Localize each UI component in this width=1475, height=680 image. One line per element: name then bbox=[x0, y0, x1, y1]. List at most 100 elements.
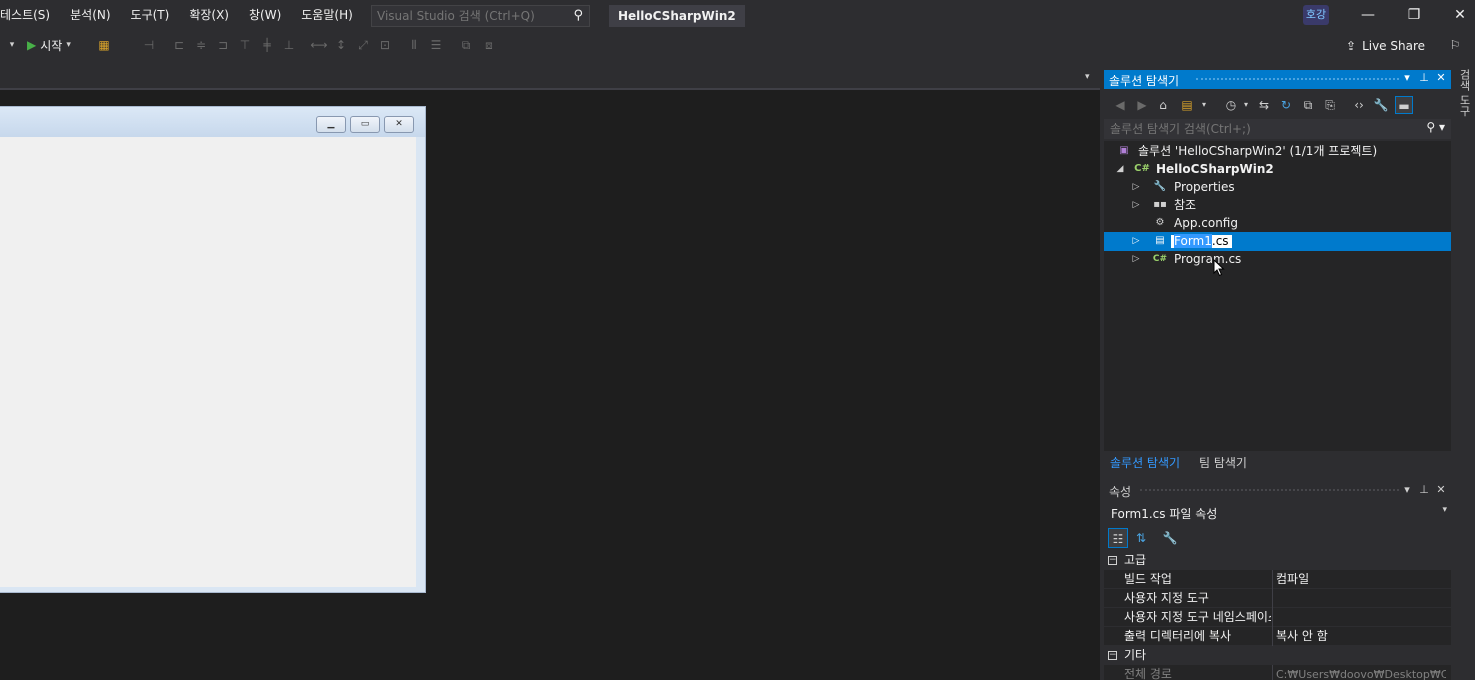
pin-icon[interactable]: ⊥ bbox=[1417, 483, 1431, 496]
property-value[interactable]: 복사 안 함 bbox=[1276, 627, 1446, 646]
property-row[interactable]: 전체 경로 C:₩Users₩doovo₩Desktop₩C# bbox=[1104, 665, 1451, 680]
property-value[interactable]: C:₩Users₩doovo₩Desktop₩C# bbox=[1276, 665, 1446, 680]
form-designer-window[interactable]: ▁ ▭ ✕ bbox=[0, 106, 426, 593]
solution-search-input[interactable] bbox=[1104, 119, 1414, 139]
tree-node-solution[interactable]: ▣ 솔루션 'HelloCSharpWin2' (1/1개 프로젝트) bbox=[1104, 142, 1451, 161]
column-divider bbox=[1272, 665, 1273, 680]
start-debug-button[interactable]: ▶ 시작 ▾ bbox=[27, 35, 71, 55]
tree-node-project[interactable]: ◢ C# HelloCSharpWin2 bbox=[1104, 160, 1451, 179]
same-width-icon[interactable]: ⟷ bbox=[310, 36, 328, 54]
solution-explorer-search[interactable]: ⚲ ▾ bbox=[1104, 119, 1451, 139]
menu-test[interactable]: 테스트(S) bbox=[0, 0, 60, 31]
size-to-grid-icon[interactable]: ⊡ bbox=[376, 36, 394, 54]
alphabetical-icon[interactable]: ⇅ bbox=[1131, 528, 1151, 548]
close-window-icon[interactable]: ✕ bbox=[1437, 0, 1475, 31]
collapsed-arrow-icon[interactable]: ▷ bbox=[1130, 178, 1142, 197]
properties-object-selector[interactable]: Form1.cs 파일 속성 ▾ bbox=[1104, 502, 1451, 523]
restore-window-icon[interactable]: ❐ bbox=[1391, 0, 1437, 31]
column-divider bbox=[1272, 589, 1273, 608]
category-advanced[interactable]: − 고급 bbox=[1104, 551, 1451, 570]
pin-icon[interactable]: ⊥ bbox=[1417, 71, 1431, 84]
categorized-icon[interactable]: ☷ bbox=[1108, 528, 1128, 548]
send-to-back-icon[interactable]: ⧈ bbox=[480, 36, 498, 54]
view-code-icon[interactable]: ‹› bbox=[1350, 96, 1368, 114]
vs-search-box[interactable]: ⚲ bbox=[371, 5, 590, 27]
tree-node-references[interactable]: ▷ ▪▪ 참조 bbox=[1104, 196, 1451, 215]
tree-node-program[interactable]: ▷ C# Program.cs bbox=[1104, 250, 1451, 269]
properties-header[interactable]: 속성 ▾ ⊥ ✕ bbox=[1104, 480, 1451, 500]
tree-node-form1[interactable]: ▷ ▤ Form1.cs bbox=[1104, 232, 1451, 251]
menu-analyze[interactable]: 분석(N) bbox=[60, 0, 120, 31]
back-icon[interactable]: ◀ bbox=[1111, 96, 1129, 114]
tab-list-dropdown-icon[interactable]: ▾ bbox=[1085, 72, 1090, 82]
user-avatar[interactable]: 호강 bbox=[1303, 5, 1329, 25]
align-top-icon[interactable]: ⊤ bbox=[236, 36, 254, 54]
config-dropdown-icon[interactable]: ▾ bbox=[3, 36, 21, 54]
bring-to-front-icon[interactable]: ⧉ bbox=[457, 36, 475, 54]
solution-explorer-header[interactable]: 솔루션 탐색기 ▾ ⊥ ✕ bbox=[1104, 70, 1451, 89]
property-pages-icon[interactable]: 🔧 bbox=[1160, 528, 1180, 548]
home-icon[interactable]: ⌂ bbox=[1154, 96, 1172, 114]
switch-views-icon[interactable]: ▤ bbox=[1178, 96, 1196, 114]
horizontal-spacing-icon[interactable]: ⫴ bbox=[405, 36, 423, 54]
same-height-icon[interactable]: ↕ bbox=[332, 36, 350, 54]
collapsed-arrow-icon[interactable]: ▷ bbox=[1130, 196, 1142, 215]
align-left-icon[interactable]: ⊏ bbox=[170, 36, 188, 54]
sync-icon[interactable]: ⇆ bbox=[1255, 96, 1273, 114]
switch-views-dropdown-icon[interactable]: ▾ bbox=[1195, 96, 1213, 114]
tab-team-explorer[interactable]: 팀 탐색기 bbox=[1199, 454, 1247, 471]
tree-node-label: Program.cs bbox=[1174, 252, 1242, 266]
align-right-icon[interactable]: ⊐ bbox=[214, 36, 232, 54]
align-bottom-icon[interactable]: ⊥ bbox=[280, 36, 298, 54]
search-icon[interactable]: ⚲ bbox=[573, 8, 583, 23]
refresh-icon[interactable]: ↻ bbox=[1277, 96, 1295, 114]
expanded-arrow-icon[interactable]: ◢ bbox=[1114, 160, 1126, 179]
filter-dropdown-icon[interactable]: ▾ bbox=[1237, 96, 1255, 114]
preview-selected-icon[interactable]: ▬ bbox=[1395, 96, 1413, 114]
feedback-icon[interactable]: ⚐ bbox=[1446, 36, 1464, 54]
minimize-window-icon[interactable]: — bbox=[1345, 0, 1391, 31]
same-size-icon[interactable]: ⤢ bbox=[354, 36, 372, 54]
live-share-button[interactable]: ⇪ Live Share bbox=[1346, 36, 1425, 56]
tab-solution-explorer[interactable]: 솔루션 탐색기 bbox=[1110, 454, 1180, 471]
forward-icon[interactable]: ▶ bbox=[1133, 96, 1151, 114]
vertical-spacing-icon[interactable]: ☰ bbox=[427, 36, 445, 54]
property-value[interactable]: 컴파일 bbox=[1276, 570, 1446, 589]
form-maximize-icon: ▭ bbox=[350, 116, 380, 133]
window-position-dropdown-icon[interactable]: ▾ bbox=[1400, 483, 1414, 496]
align-center-icon[interactable]: ≑ bbox=[192, 36, 210, 54]
property-row[interactable]: 빌드 작업 컴파일 bbox=[1104, 570, 1451, 589]
tree-node-properties[interactable]: ▷ 🔧 Properties bbox=[1104, 178, 1451, 197]
property-row[interactable]: 사용자 지정 도구 bbox=[1104, 589, 1451, 608]
search-options-icon[interactable]: ⚲ ▾ bbox=[1426, 120, 1445, 134]
collapsed-arrow-icon[interactable]: ▷ bbox=[1130, 232, 1142, 251]
side-strip-label[interactable]: 검색 도구 bbox=[1456, 69, 1472, 117]
align-grid-icon[interactable]: ⊣ bbox=[140, 36, 158, 54]
collapse-icon[interactable]: − bbox=[1108, 556, 1117, 565]
form-client-area[interactable] bbox=[0, 137, 416, 587]
show-all-files-icon[interactable]: ⎘ bbox=[1321, 96, 1339, 114]
tab-order-icon[interactable]: ▦ bbox=[95, 36, 113, 54]
tree-node-label: HelloCSharpWin2 bbox=[1156, 162, 1274, 176]
window-position-dropdown-icon[interactable]: ▾ bbox=[1400, 71, 1414, 84]
property-row[interactable]: 사용자 지정 도구 네임스페이스 bbox=[1104, 608, 1451, 627]
align-middle-icon[interactable]: ╪ bbox=[258, 36, 276, 54]
menu-window[interactable]: 창(W) bbox=[239, 0, 291, 31]
vs-search-input[interactable] bbox=[372, 9, 562, 23]
close-icon[interactable]: ✕ bbox=[1434, 483, 1448, 496]
close-icon[interactable]: ✕ bbox=[1434, 71, 1448, 84]
rename-input[interactable]: Form1.cs bbox=[1170, 234, 1233, 249]
collapse-all-icon[interactable]: ⧉ bbox=[1299, 96, 1317, 114]
chevron-down-icon[interactable]: ▾ bbox=[1442, 505, 1447, 515]
properties-wrench-icon[interactable]: 🔧 bbox=[1372, 96, 1390, 114]
collapse-icon[interactable]: − bbox=[1108, 651, 1117, 660]
menu-help[interactable]: 도움말(H) bbox=[291, 0, 363, 31]
menu-tools[interactable]: 도구(T) bbox=[121, 0, 180, 31]
property-row[interactable]: 출력 디렉터리에 복사 복사 안 함 bbox=[1104, 627, 1451, 646]
category-misc[interactable]: − 기타 bbox=[1104, 646, 1451, 665]
chevron-down-icon[interactable]: ▾ bbox=[66, 40, 71, 50]
collapsed-arrow-icon[interactable]: ▷ bbox=[1130, 250, 1142, 269]
form-title-bar[interactable]: ▁ ▭ ✕ bbox=[0, 107, 425, 137]
menu-extensions[interactable]: 확장(X) bbox=[179, 0, 239, 31]
tree-node-app-config[interactable]: ⚙ App.config bbox=[1104, 214, 1451, 233]
